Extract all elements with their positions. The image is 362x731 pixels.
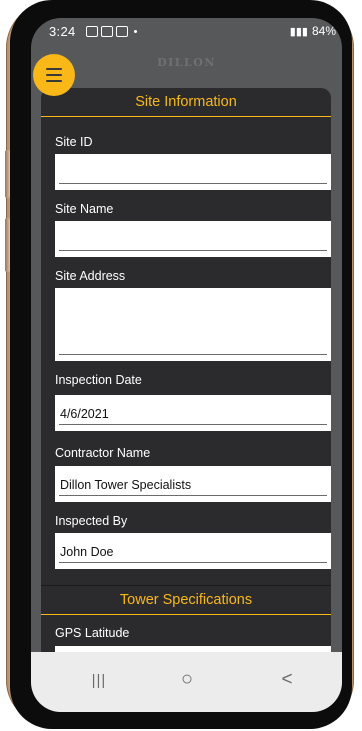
input-underline xyxy=(59,562,327,563)
inspected-by-label: Inspected By xyxy=(55,514,128,528)
input-underline xyxy=(59,424,327,425)
site-id-label: Site ID xyxy=(55,135,93,149)
contractor-name-value: Dillon Tower Specialists xyxy=(60,478,192,492)
inspection-date-label: Inspection Date xyxy=(55,373,142,387)
signal-icon: ▮▮▮ xyxy=(289,25,308,38)
brand-logo: DILLON xyxy=(157,56,216,69)
section-header-site-information: Site Information xyxy=(41,88,331,117)
site-id-input[interactable] xyxy=(55,154,331,190)
hamburger-menu-icon-bar xyxy=(46,80,62,82)
system-navigation-bar: ||| ○ < xyxy=(31,652,342,712)
hamburger-menu-icon xyxy=(46,68,62,70)
hamburger-menu-icon-bar xyxy=(46,74,62,76)
inspection-date-input[interactable]: 4/6/2021 xyxy=(55,395,331,431)
inspected-by-value: John Doe xyxy=(60,545,114,559)
site-name-label: Site Name xyxy=(55,202,114,216)
site-name-input[interactable] xyxy=(55,221,331,257)
status-bar: 3:24 ▮▮▮ 84% xyxy=(31,18,342,44)
gps-latitude-label: GPS Latitude xyxy=(55,626,130,640)
menu-button[interactable] xyxy=(33,54,75,96)
back-button[interactable]: < xyxy=(267,669,307,691)
inspected-by-input[interactable]: John Doe xyxy=(55,533,331,569)
recents-button[interactable]: ||| xyxy=(79,672,119,689)
battery-level: 84% xyxy=(311,24,336,38)
section-header-tower-specifications: Tower Specifications xyxy=(41,586,331,615)
contractor-name-label: Contractor Name xyxy=(55,446,151,460)
image-icon xyxy=(116,26,128,37)
input-underline xyxy=(59,250,327,251)
site-address-textarea[interactable] xyxy=(55,288,331,361)
more-notifications-icon xyxy=(134,30,137,33)
site-address-label: Site Address xyxy=(55,269,126,283)
input-underline xyxy=(59,354,327,355)
status-right: ▮▮▮ 84% xyxy=(290,24,336,38)
input-underline xyxy=(59,495,327,496)
home-button[interactable]: ○ xyxy=(167,668,207,691)
contractor-name-input[interactable]: Dillon Tower Specialists xyxy=(55,466,331,502)
form-panel: Site Information Site ID Site Name Site … xyxy=(41,88,331,652)
inspection-date-value: 4/6/2021 xyxy=(60,407,109,421)
app-screen: 3:24 ▮▮▮ 84% DILLON Site Information Sit… xyxy=(31,18,342,712)
notification-icons xyxy=(83,24,137,39)
status-time: 3:24 xyxy=(49,24,76,39)
mail-icon xyxy=(86,26,98,37)
input-underline xyxy=(59,183,327,184)
mail-icon xyxy=(101,26,113,37)
